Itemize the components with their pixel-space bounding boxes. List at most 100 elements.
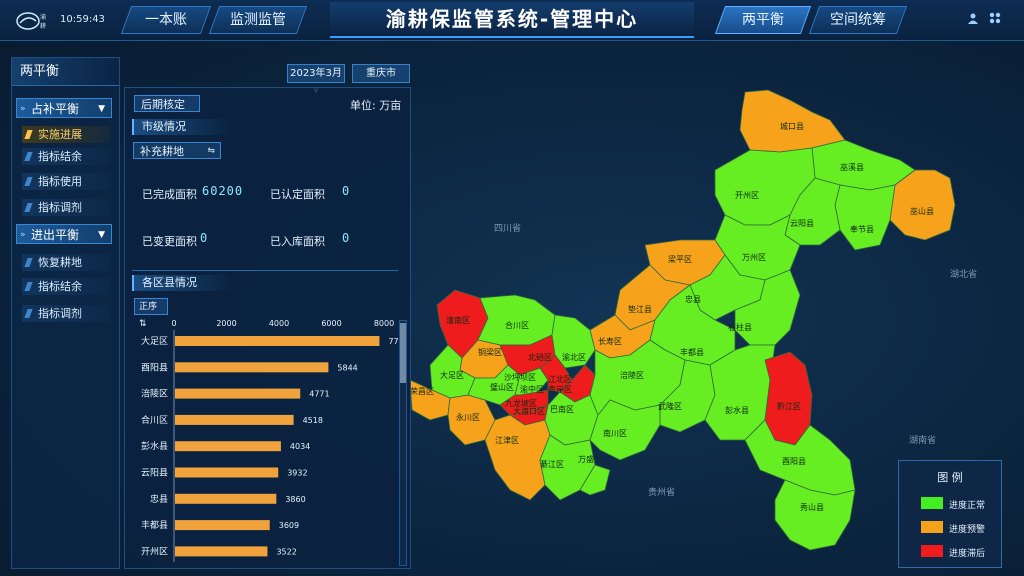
group-marker-icon: » <box>20 104 26 114</box>
bar[interactable] <box>175 388 301 399</box>
chart-scrollbar[interactable] <box>399 320 407 566</box>
legend-swatch-warning <box>921 521 943 533</box>
x-tick-label: 2000 <box>216 319 236 328</box>
legend-label-normal: 进度正常 <box>949 501 986 511</box>
category-label: 开州区 <box>141 546 168 557</box>
district-jiangjin <box>484 414 551 501</box>
sidebar-item-restore[interactable]: 恢复耕地 <box>22 254 110 271</box>
type-dropdown[interactable]: 补充耕地 ⇋ <box>133 142 221 159</box>
label-xiushan: 秀山县 <box>800 502 824 512</box>
sidebar-group-label: 占补平衡 <box>31 102 80 116</box>
label-dianjiang: 垫江县 <box>628 304 652 314</box>
province-hunan: 湖南省 <box>909 434 936 446</box>
province-sichuan: 四川省 <box>494 222 521 234</box>
bar[interactable] <box>175 520 270 531</box>
category-label: 涪陵区 <box>141 388 168 400</box>
province-hubei: 湖北省 <box>950 268 977 280</box>
sidebar-group-occupy-supplement[interactable]: » 占补平衡 ▼ <box>16 98 112 118</box>
sidebar-item-progress[interactable]: 实施进展 <box>22 126 110 143</box>
label-fengjie: 奉节县 <box>850 224 874 234</box>
settings-icon[interactable] <box>988 12 1002 26</box>
sidebar-title: 两平衡 <box>12 58 119 86</box>
legend-label-late: 进度滞后 <box>949 549 986 559</box>
category-label: 酉阳县 <box>141 362 168 373</box>
sidebar-group-label: 进出平衡 <box>31 228 80 242</box>
bar[interactable] <box>175 546 268 557</box>
category-label: 合川区 <box>141 414 168 426</box>
sidebar-item-surplus-2[interactable]: 指标结余 <box>22 278 110 295</box>
label-fuling: 涪陵区 <box>620 370 644 380</box>
label-jiangbei: 江北区 <box>548 375 572 384</box>
sort-button[interactable]: 正序⇅ <box>134 298 168 329</box>
bar[interactable] <box>175 336 380 346</box>
label-yunyang: 云阳县 <box>790 219 814 228</box>
label-bishan: 璧山区 <box>490 382 514 392</box>
user-icon[interactable] <box>966 12 980 26</box>
bar[interactable] <box>175 493 277 504</box>
bar[interactable] <box>175 441 281 452</box>
divider <box>132 270 398 271</box>
stat-changed-label: 已变更面积 <box>142 235 197 248</box>
label-yubei: 渝北区 <box>562 352 586 362</box>
city-section-title: 市级情况 <box>132 119 232 135</box>
type-dropdown-value: 补充耕地 <box>140 145 184 158</box>
nav-spatial[interactable]: 空间统筹 <box>808 6 908 34</box>
nav-monitor-label: 监测监管 <box>230 12 286 28</box>
label-dazu: 大足区 <box>440 370 464 380</box>
category-label: 云阳县 <box>141 468 168 479</box>
data-label: 3860 <box>285 495 305 504</box>
nav-spatial-label: 空间统筹 <box>830 12 886 28</box>
svg-text:耕: 耕 <box>40 22 46 30</box>
data-label: 4034 <box>290 442 310 451</box>
nav-monitor[interactable]: 监测监管 <box>208 6 308 34</box>
nav-two-balance[interactable]: 两平衡 <box>714 6 812 34</box>
top-bar: 渝 耕 10:59:43 一本账 监测监管 渝耕保监管系统-管理中心 两平衡 空… <box>0 0 1024 41</box>
label-wansheng: 万盛 <box>578 454 594 464</box>
district-section-title: 各区县情况 <box>132 275 232 291</box>
legend-swatch-normal <box>921 497 943 509</box>
period-dropdown[interactable]: 后期核定 ▼ <box>134 95 200 127</box>
district-qianjiang <box>764 351 813 446</box>
logo-icon: 渝 耕 <box>16 12 46 30</box>
bar[interactable] <box>175 467 279 478</box>
scrollbar-thumb[interactable] <box>400 323 406 383</box>
sidebar-item-adjust-2[interactable]: 指标调剂 <box>22 305 110 322</box>
label-wulong: 武隆区 <box>658 401 682 411</box>
sidebar-group-in-out[interactable]: » 进出平衡 ▼ <box>16 224 112 244</box>
label-shapingba: 沙坪坝区 <box>504 373 536 382</box>
district-hechuan <box>477 294 556 346</box>
district-chengkou <box>739 89 846 153</box>
label-yongchuan: 永川区 <box>456 412 480 422</box>
category-label: 忠县 <box>150 494 168 505</box>
label-hechuan: 合川区 <box>505 320 529 330</box>
period-dropdown-value: 后期核定 <box>141 98 185 111</box>
label-kaizhou: 开州区 <box>735 191 759 200</box>
bar[interactable] <box>175 414 294 425</box>
nav-two-balance-label: 两平衡 <box>742 12 784 28</box>
label-liangping: 梁平区 <box>668 255 692 264</box>
sidebar-item-surplus[interactable]: 指标结余 <box>22 148 110 165</box>
category-label: 丰都县 <box>141 519 168 531</box>
city-select[interactable]: 重庆市 <box>352 64 410 83</box>
stat-stored-label: 已入库面积 <box>270 235 325 248</box>
label-banan: 巴南区 <box>550 404 574 414</box>
stat-completed-value: 60200 <box>202 184 244 198</box>
nav-ledger[interactable]: 一本账 <box>120 6 212 34</box>
label-zhongxian: 忠县 <box>685 295 701 304</box>
sidebar-item-usage[interactable]: 指标使用 <box>22 173 110 190</box>
legend-label-warning: 进度预警 <box>949 525 986 535</box>
bar[interactable] <box>175 362 329 373</box>
sidebar-item-adjust[interactable]: 指标调剂 <box>22 199 110 216</box>
date-select-value: 2023年3月 <box>290 68 342 79</box>
swap-icon: ⇋ <box>207 146 215 156</box>
date-select[interactable]: 2023年3月 ▼ <box>287 64 345 95</box>
category-label: 彭水县 <box>141 440 168 452</box>
label-tongnan: 潼南区 <box>446 315 470 325</box>
clock: 10:59:43 <box>60 14 105 25</box>
data-label: 3609 <box>279 521 299 530</box>
data-label: 4771 <box>309 390 329 399</box>
x-tick-label: 6000 <box>321 319 341 328</box>
x-tick-label: 4000 <box>269 319 289 328</box>
label-nanchuan: 南川区 <box>603 428 627 438</box>
province-guizhou: 贵州省 <box>648 486 675 498</box>
